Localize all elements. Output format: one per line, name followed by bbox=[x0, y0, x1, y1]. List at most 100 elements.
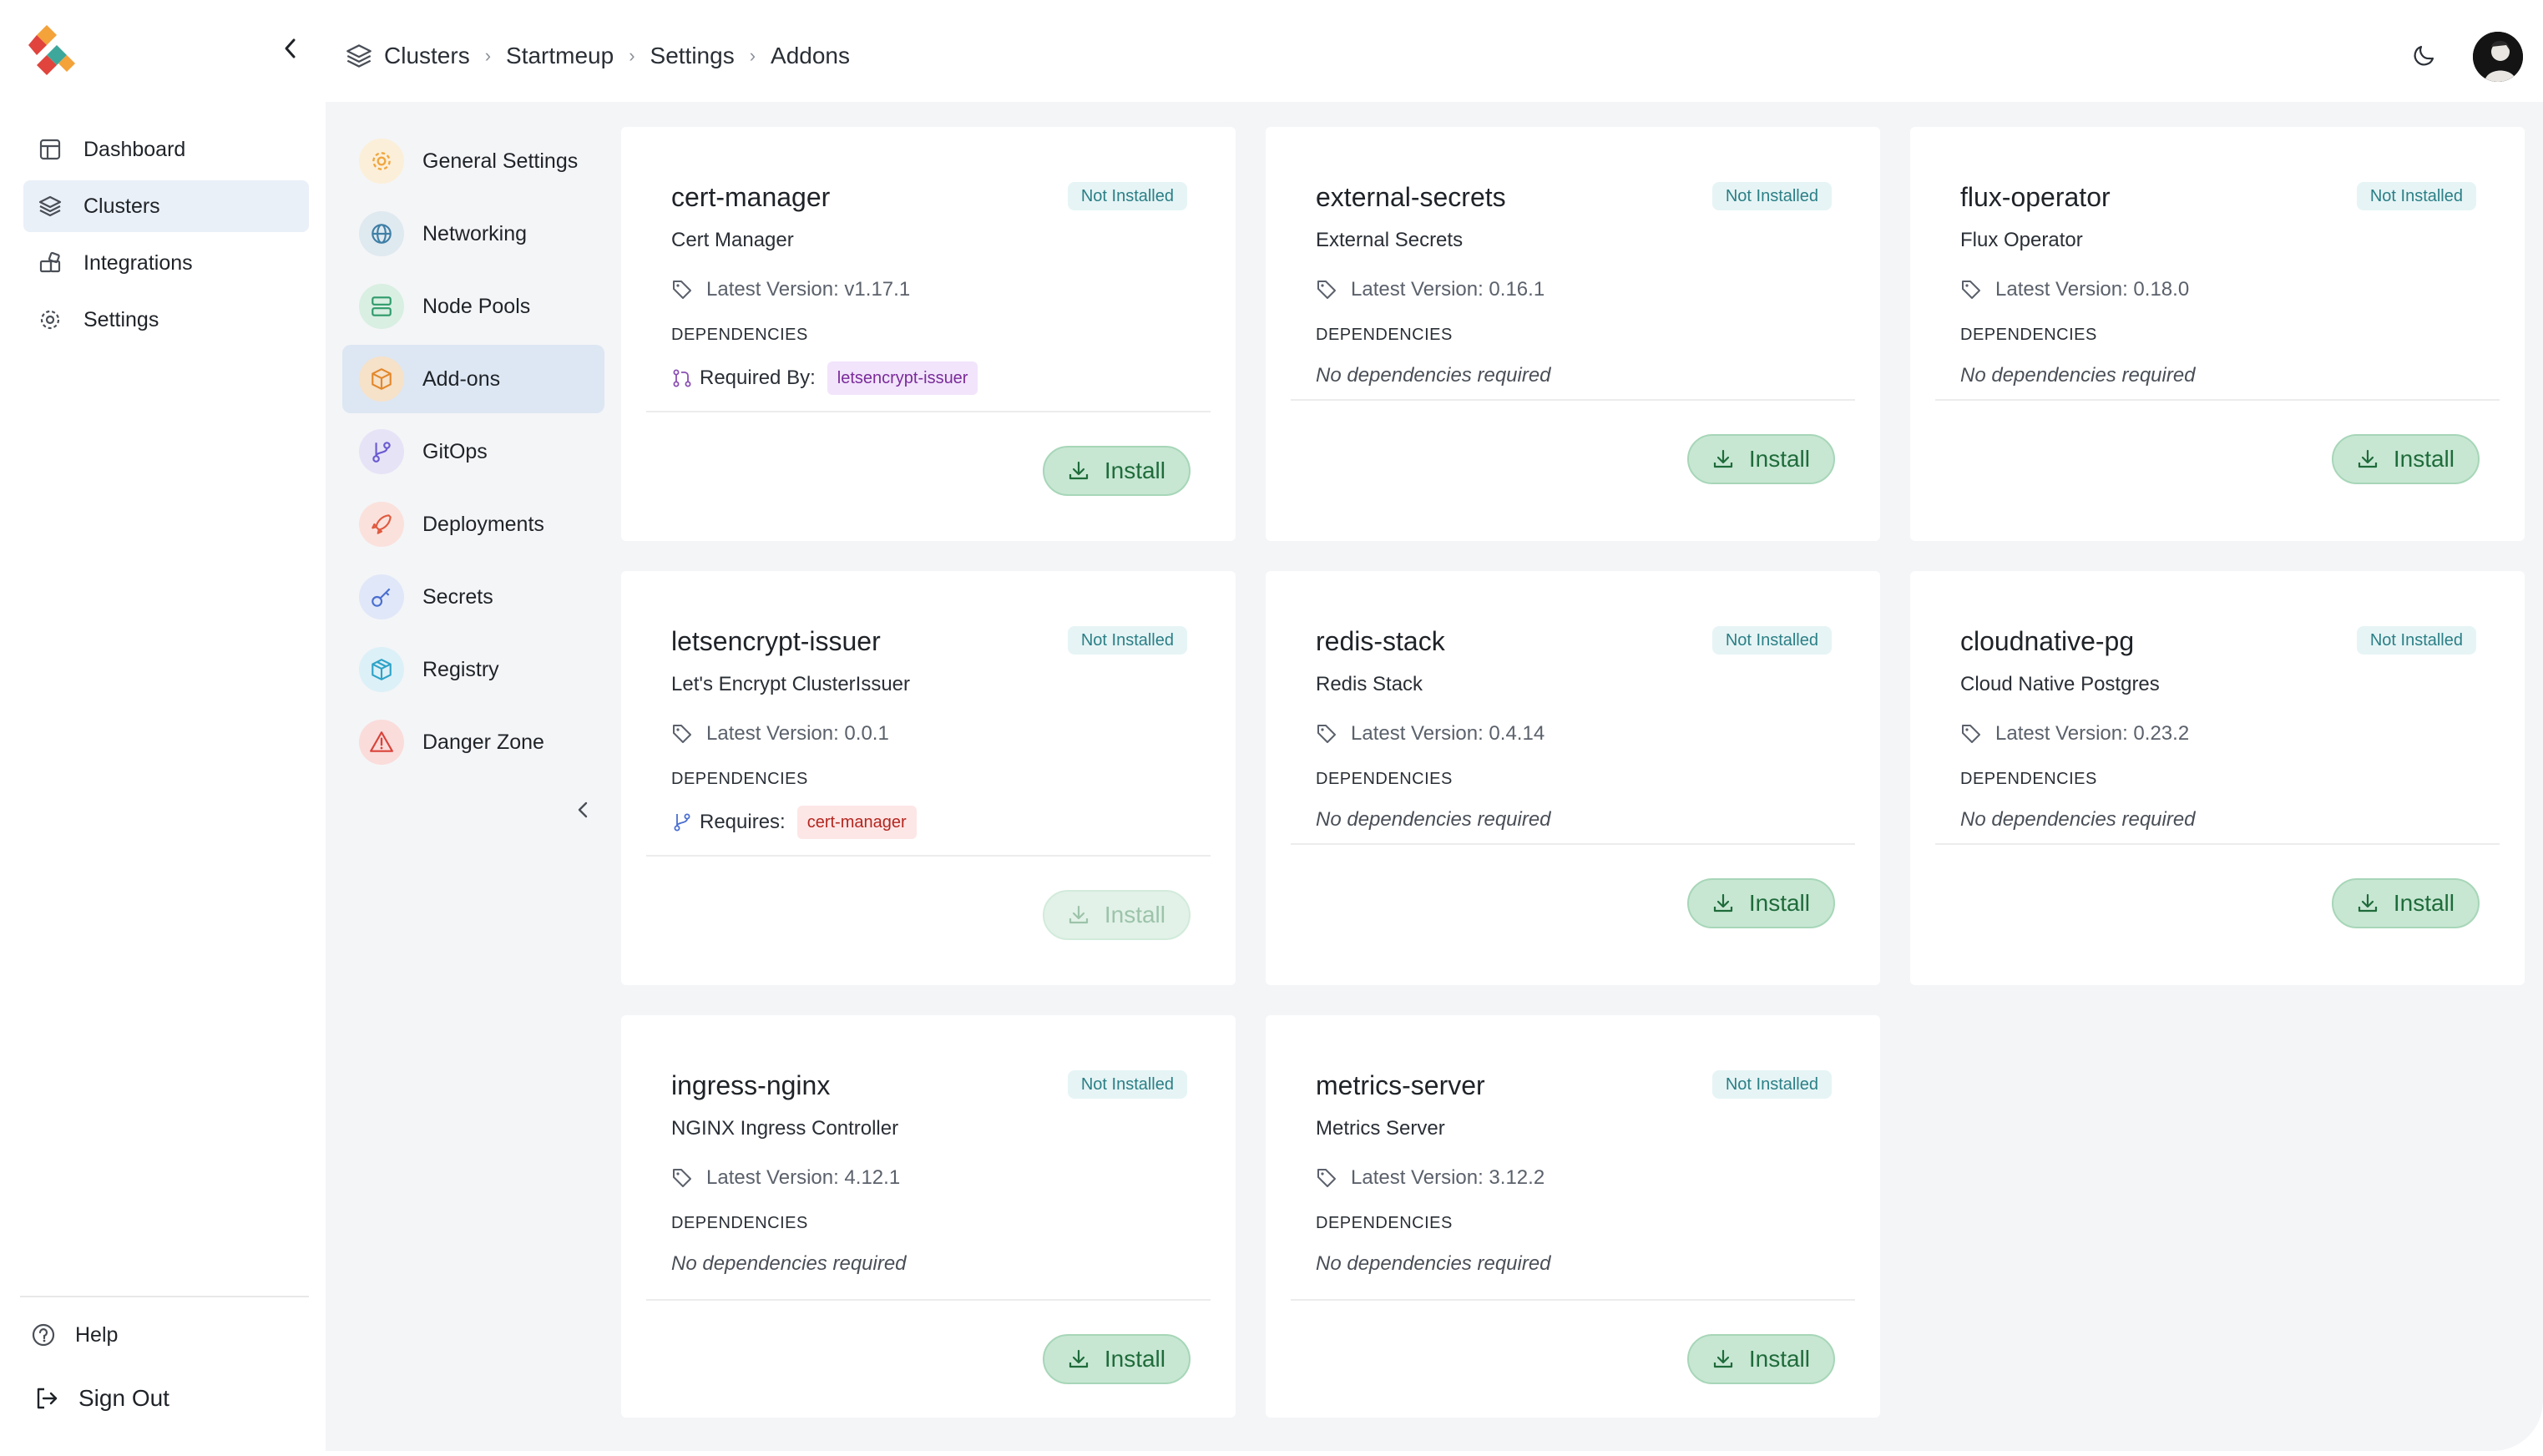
download-icon bbox=[2357, 891, 2382, 916]
sidebar-divider bbox=[20, 1296, 309, 1297]
sidebar-item-clusters[interactable]: Clusters bbox=[23, 180, 309, 232]
help-link[interactable]: Help bbox=[30, 1314, 118, 1356]
install-button[interactable]: Install bbox=[2331, 878, 2480, 928]
install-label: Install bbox=[1104, 1346, 1165, 1372]
git-branch-icon bbox=[671, 811, 695, 834]
addon-description: Redis Stack bbox=[1316, 673, 1423, 695]
install-label: Install bbox=[1748, 890, 1810, 916]
tag-icon bbox=[671, 277, 696, 302]
tab-danger-zone[interactable]: Danger Zone bbox=[342, 708, 604, 776]
addon-name: cert-manager bbox=[671, 182, 831, 212]
sidebar-item-settings[interactable]: Settings bbox=[23, 294, 309, 346]
breadcrumb-clusters[interactable]: Clusters bbox=[346, 43, 470, 69]
sidebar-item-label: Clusters bbox=[83, 194, 160, 218]
download-icon bbox=[1712, 891, 1737, 916]
install-button[interactable]: Install bbox=[1686, 1334, 1835, 1384]
addon-description: Cert Manager bbox=[671, 229, 794, 251]
box-icon bbox=[359, 356, 404, 402]
addon-version: Latest Version: 0.16.1 bbox=[1316, 277, 1545, 302]
install-button[interactable]: Install bbox=[1686, 878, 1835, 928]
addon-version: Latest Version: 4.12.1 bbox=[671, 1165, 900, 1191]
version-text: Latest Version: 0.23.2 bbox=[1995, 722, 2190, 745]
addon-card: ingress-nginx Not Installed NGINX Ingres… bbox=[621, 1015, 1236, 1418]
tab-secrets[interactable]: Secrets bbox=[342, 563, 604, 631]
status-badge: Not Installed bbox=[2356, 626, 2476, 655]
layers-icon bbox=[37, 193, 63, 220]
tag-icon bbox=[1960, 721, 1985, 746]
tab-add-ons[interactable]: Add-ons bbox=[342, 345, 604, 413]
dependencies-title: DEPENDENCIES bbox=[671, 770, 808, 788]
addon-name: redis-stack bbox=[1316, 626, 1445, 656]
tab-general-settings[interactable]: General Settings bbox=[342, 127, 604, 195]
chevron-right-icon: › bbox=[484, 45, 492, 66]
card-divider bbox=[1291, 1299, 1855, 1301]
gear-icon bbox=[359, 139, 404, 184]
key-icon bbox=[359, 574, 404, 619]
server-icon bbox=[359, 284, 404, 329]
addon-card: flux-operator Not Installed Flux Operato… bbox=[1910, 127, 2525, 541]
gear-icon bbox=[37, 306, 63, 333]
addon-description: Let's Encrypt ClusterIssuer bbox=[671, 673, 911, 695]
tab-label: General Settings bbox=[422, 149, 579, 173]
version-text: Latest Version: 3.12.2 bbox=[1351, 1166, 1545, 1189]
sidebar-item-dashboard[interactable]: Dashboard bbox=[23, 124, 309, 175]
app-logo[interactable] bbox=[28, 23, 78, 82]
rocket-icon bbox=[359, 502, 404, 547]
tag-icon bbox=[1960, 277, 1985, 302]
tab-registry[interactable]: Registry bbox=[342, 635, 604, 704]
install-button[interactable]: Install bbox=[2331, 434, 2480, 484]
tab-label: Networking bbox=[422, 221, 528, 245]
install-button[interactable]: Install bbox=[1686, 434, 1835, 484]
addon-description: NGINX Ingress Controller bbox=[671, 1117, 899, 1140]
dependencies-title: DEPENDENCIES bbox=[1316, 326, 1453, 344]
collapse-subnav-button[interactable] bbox=[568, 796, 598, 827]
install-button[interactable]: Install bbox=[1042, 1334, 1191, 1384]
addon-card: cloudnative-pg Not Installed Cloud Nativ… bbox=[1910, 571, 2525, 985]
tab-networking[interactable]: Networking bbox=[342, 200, 604, 268]
avatar[interactable] bbox=[2473, 32, 2523, 82]
addon-name: ingress-nginx bbox=[671, 1070, 831, 1100]
dependency-chip[interactable]: cert-manager bbox=[796, 806, 917, 839]
dependency-row: Required By: letsencrypt-issuer bbox=[671, 361, 978, 396]
tab-node-pools[interactable]: Node Pools bbox=[342, 272, 604, 341]
addon-version: Latest Version: 0.0.1 bbox=[671, 721, 889, 746]
breadcrumb-addons: Addons bbox=[771, 43, 850, 68]
version-text: Latest Version: v1.17.1 bbox=[706, 278, 911, 301]
install-label: Install bbox=[1748, 1346, 1810, 1372]
download-icon bbox=[1712, 447, 1737, 472]
main-panel: General Settings Networking Node Pools A… bbox=[326, 102, 2543, 1451]
tab-deployments[interactable]: Deployments bbox=[342, 490, 604, 559]
globe-icon bbox=[359, 211, 404, 256]
breadcrumb-cluster-name[interactable]: Startmeup bbox=[506, 43, 614, 69]
addon-card: external-secrets Not Installed External … bbox=[1266, 127, 1880, 541]
collapse-sidebar-button[interactable] bbox=[276, 33, 306, 63]
tab-label: Node Pools bbox=[422, 294, 531, 318]
dependency-row: Requires: cert-manager bbox=[671, 805, 917, 840]
sidebar-item-integrations[interactable]: Integrations bbox=[23, 237, 309, 289]
sidebar-item-label: Integrations bbox=[83, 250, 193, 275]
chevron-left-icon bbox=[576, 801, 589, 823]
dependency-chip[interactable]: letsencrypt-issuer bbox=[827, 361, 978, 395]
sidebar-item-label: Settings bbox=[83, 307, 159, 331]
sign-out-button[interactable]: Sign Out bbox=[33, 1378, 169, 1419]
dashboard-icon bbox=[37, 136, 63, 163]
card-divider bbox=[1935, 399, 2500, 401]
no-dependencies-text: No dependencies required bbox=[671, 1252, 907, 1275]
install-button[interactable]: Install bbox=[1042, 446, 1191, 496]
addon-card: redis-stack Not Installed Redis Stack La… bbox=[1266, 571, 1880, 985]
addon-name: letsencrypt-issuer bbox=[671, 626, 881, 656]
addon-card: letsencrypt-issuer Not Installed Let's E… bbox=[621, 571, 1236, 985]
no-dependencies-text: No dependencies required bbox=[1960, 364, 2196, 387]
dependencies-title: DEPENDENCIES bbox=[671, 1214, 808, 1232]
addon-version: Latest Version: 0.4.14 bbox=[1316, 721, 1545, 746]
tab-gitops[interactable]: GitOps bbox=[342, 417, 604, 486]
addon-description: Cloud Native Postgres bbox=[1960, 673, 2160, 695]
dependencies-title: DEPENDENCIES bbox=[1960, 770, 2097, 788]
install-label: Install bbox=[1104, 458, 1165, 483]
version-text: Latest Version: 4.12.1 bbox=[706, 1166, 901, 1189]
sidebar-nav: Dashboard Clusters Integrations Settings bbox=[23, 124, 309, 351]
addon-card: cert-manager Not Installed Cert Manager … bbox=[621, 127, 1236, 541]
theme-toggle-button[interactable] bbox=[2408, 40, 2441, 73]
breadcrumb-settings[interactable]: Settings bbox=[650, 43, 735, 69]
tag-icon bbox=[1316, 277, 1341, 302]
